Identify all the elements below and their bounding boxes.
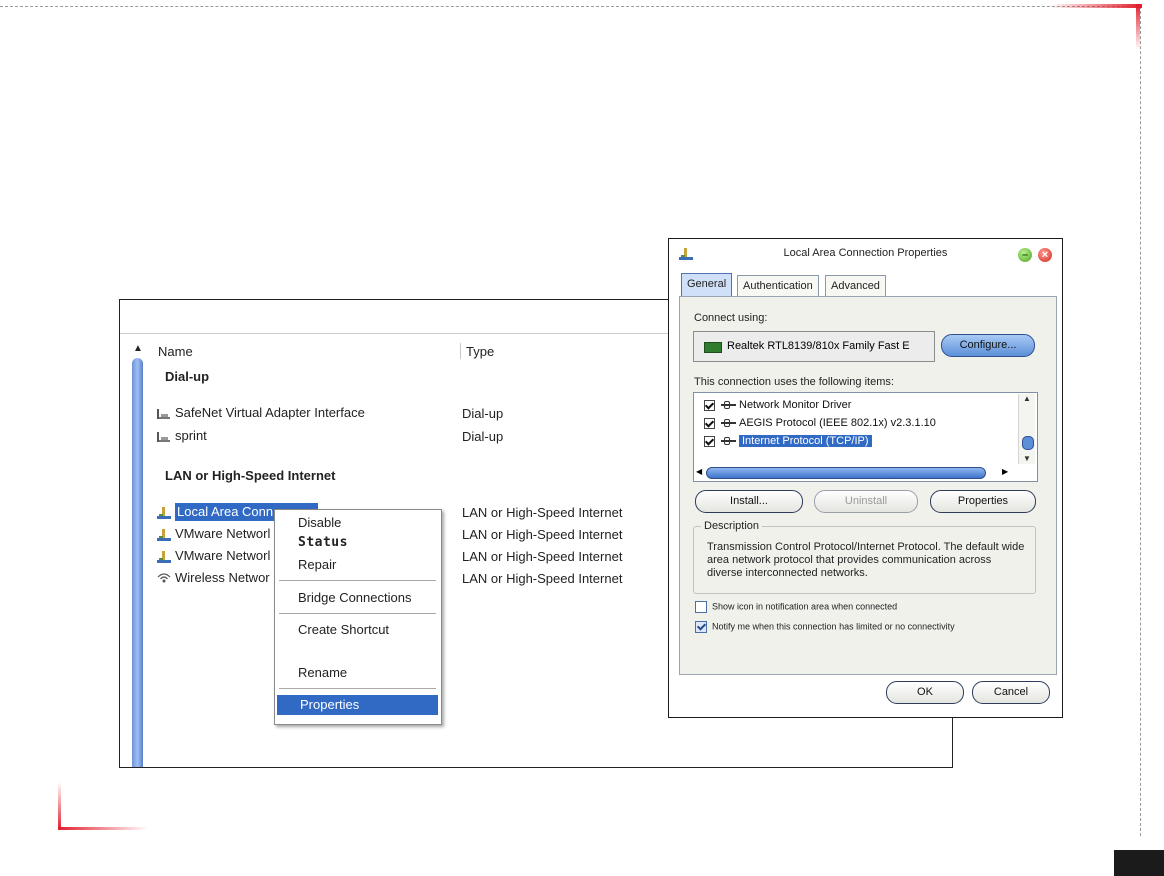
menu-item-create-shortcut[interactable]: Create Shortcut bbox=[275, 620, 441, 640]
page-border-right bbox=[1140, 6, 1141, 836]
connection-row[interactable]: Wireless Networ bbox=[156, 569, 270, 587]
connection-row[interactable]: SafeNet Virtual Adapter Interface bbox=[156, 404, 365, 422]
connection-row[interactable]: VMware Networl bbox=[156, 547, 270, 565]
item-label: AEGIS Protocol (IEEE 802.1x) v2.3.1.10 bbox=[739, 417, 936, 429]
lan-connection-icon bbox=[156, 550, 172, 564]
item-checkbox[interactable] bbox=[704, 435, 715, 447]
group-header-lan: LAN or High-Speed Internet bbox=[165, 468, 336, 483]
connection-type: LAN or High-Speed Internet bbox=[462, 505, 623, 520]
wireless-connection-icon bbox=[156, 572, 172, 586]
description-label: Description bbox=[701, 520, 763, 532]
corner-accent-top-right bbox=[1050, 4, 1142, 8]
configure-button[interactable]: Configure... bbox=[941, 334, 1035, 357]
list-item-selected[interactable]: Internet Protocol (TCP/IP) bbox=[704, 433, 872, 449]
minimize-button[interactable]: – bbox=[1018, 248, 1032, 262]
connection-type: Dial-up bbox=[462, 406, 504, 421]
list-item[interactable]: Network Monitor Driver bbox=[704, 397, 851, 413]
scroll-up-arrow-icon[interactable]: ▲ bbox=[1019, 394, 1035, 404]
connection-name: VMware Networl bbox=[175, 548, 271, 563]
dialog-titlebar[interactable]: Local Area Connection Properties – × bbox=[669, 239, 1062, 271]
network-card-icon bbox=[704, 342, 722, 353]
notify-checkbox[interactable] bbox=[695, 621, 707, 633]
list-vertical-scrollbar[interactable]: ▲ ▼ bbox=[1018, 394, 1035, 464]
protocol-icon bbox=[721, 437, 736, 446]
connection-type: LAN or High-Speed Internet bbox=[462, 549, 623, 564]
column-divider[interactable] bbox=[460, 343, 461, 359]
description-text: Transmission Control Protocol/Internet P… bbox=[707, 541, 1025, 579]
tab-authentication[interactable]: Authentication bbox=[737, 275, 819, 296]
adapter-name: Realtek RTL8139/810x Family Fast E bbox=[727, 340, 910, 352]
dialup-connection-icon bbox=[156, 407, 172, 421]
connect-using-label: Connect using: bbox=[694, 312, 768, 324]
corner-accent-top-right-vertical bbox=[1136, 4, 1140, 50]
connection-name: Wireless Networ bbox=[175, 570, 270, 585]
menu-item-properties[interactable]: Properties bbox=[277, 695, 438, 715]
close-button[interactable]: × bbox=[1038, 248, 1052, 262]
menu-separator bbox=[279, 688, 436, 689]
uninstall-button[interactable]: Uninstall bbox=[814, 490, 918, 513]
show-icon-option[interactable]: Show icon in notification area when conn… bbox=[695, 601, 897, 613]
connection-name: SafeNet Virtual Adapter Interface bbox=[175, 405, 365, 420]
tab-general[interactable]: General bbox=[681, 273, 733, 297]
scroll-left-arrow-icon[interactable]: ◀ bbox=[696, 467, 702, 476]
notify-option[interactable]: Notify me when this connection has limit… bbox=[695, 621, 955, 633]
dialup-connection-icon bbox=[156, 430, 172, 444]
scrollbar-thumb[interactable] bbox=[132, 358, 143, 767]
item-label: Internet Protocol (TCP/IP) bbox=[739, 435, 872, 447]
menu-item-disable[interactable]: Disable bbox=[275, 513, 441, 533]
install-button[interactable]: Install... bbox=[695, 490, 803, 513]
menu-separator bbox=[279, 613, 436, 614]
page-number-tab bbox=[1114, 850, 1164, 876]
dialog-title: Local Area Connection Properties bbox=[783, 247, 948, 259]
menu-item-rename[interactable]: Rename bbox=[275, 663, 441, 683]
connection-row[interactable]: sprint bbox=[156, 427, 207, 445]
adapter-field: Realtek RTL8139/810x Family Fast E bbox=[693, 331, 935, 362]
show-icon-checkbox[interactable] bbox=[695, 601, 707, 613]
components-list[interactable]: Network Monitor Driver AEGIS Protocol (I… bbox=[693, 392, 1038, 482]
context-menu: Disable Status Repair Bridge Connections… bbox=[274, 509, 442, 725]
menu-separator bbox=[279, 580, 436, 581]
notify-label: Notify me when this connection has limit… bbox=[712, 621, 955, 632]
tab-advanced[interactable]: Advanced bbox=[825, 275, 886, 296]
connection-type: Dial-up bbox=[462, 429, 504, 444]
item-label: Network Monitor Driver bbox=[739, 399, 852, 411]
list-item[interactable]: AEGIS Protocol (IEEE 802.1x) v2.3.1.10 bbox=[704, 415, 936, 431]
scrollbar-thumb[interactable] bbox=[1022, 436, 1034, 450]
column-header-type[interactable]: Type bbox=[466, 342, 494, 362]
scroll-down-arrow-icon[interactable]: ▼ bbox=[1019, 454, 1035, 464]
item-checkbox[interactable] bbox=[704, 399, 715, 411]
explorer-scrollbar[interactable]: ▲ bbox=[130, 342, 148, 767]
cancel-button[interactable]: Cancel bbox=[972, 681, 1050, 704]
group-header-dialup: Dial-up bbox=[165, 369, 210, 384]
lan-connection-icon bbox=[156, 506, 172, 520]
corner-accent-bottom-left bbox=[58, 782, 61, 830]
show-icon-label: Show icon in notification area when conn… bbox=[712, 601, 898, 612]
connection-type: LAN or High-Speed Internet bbox=[462, 527, 623, 542]
scrollbar-thumb[interactable] bbox=[706, 467, 986, 479]
items-label: This connection uses the following items… bbox=[694, 376, 894, 388]
menu-item-status[interactable]: Status bbox=[275, 533, 441, 553]
lan-connection-icon bbox=[156, 528, 172, 542]
connection-name: sprint bbox=[175, 428, 207, 443]
connection-row[interactable]: VMware Networl bbox=[156, 525, 270, 543]
protocol-icon bbox=[721, 401, 736, 410]
scroll-right-arrow-icon[interactable]: ▶ bbox=[1002, 467, 1008, 476]
connection-type: LAN or High-Speed Internet bbox=[462, 571, 623, 586]
item-checkbox[interactable] bbox=[704, 417, 715, 429]
column-header-name[interactable]: Name bbox=[158, 342, 193, 362]
list-horizontal-scrollbar[interactable]: ◀ ▶ bbox=[696, 465, 1018, 479]
protocol-icon bbox=[721, 419, 736, 428]
scroll-up-arrow-icon[interactable]: ▲ bbox=[130, 342, 146, 356]
ok-button[interactable]: OK bbox=[886, 681, 964, 704]
menu-item-bridge-connections[interactable]: Bridge Connections bbox=[275, 588, 441, 608]
properties-dialog: Local Area Connection Properties – × Gen… bbox=[668, 238, 1063, 718]
menu-item-repair[interactable]: Repair bbox=[275, 555, 441, 575]
properties-button[interactable]: Properties bbox=[930, 490, 1036, 513]
page-border-top bbox=[0, 6, 1140, 7]
connection-name: VMware Networl bbox=[175, 526, 271, 541]
corner-accent-bottom-left-horizontal bbox=[58, 827, 148, 830]
